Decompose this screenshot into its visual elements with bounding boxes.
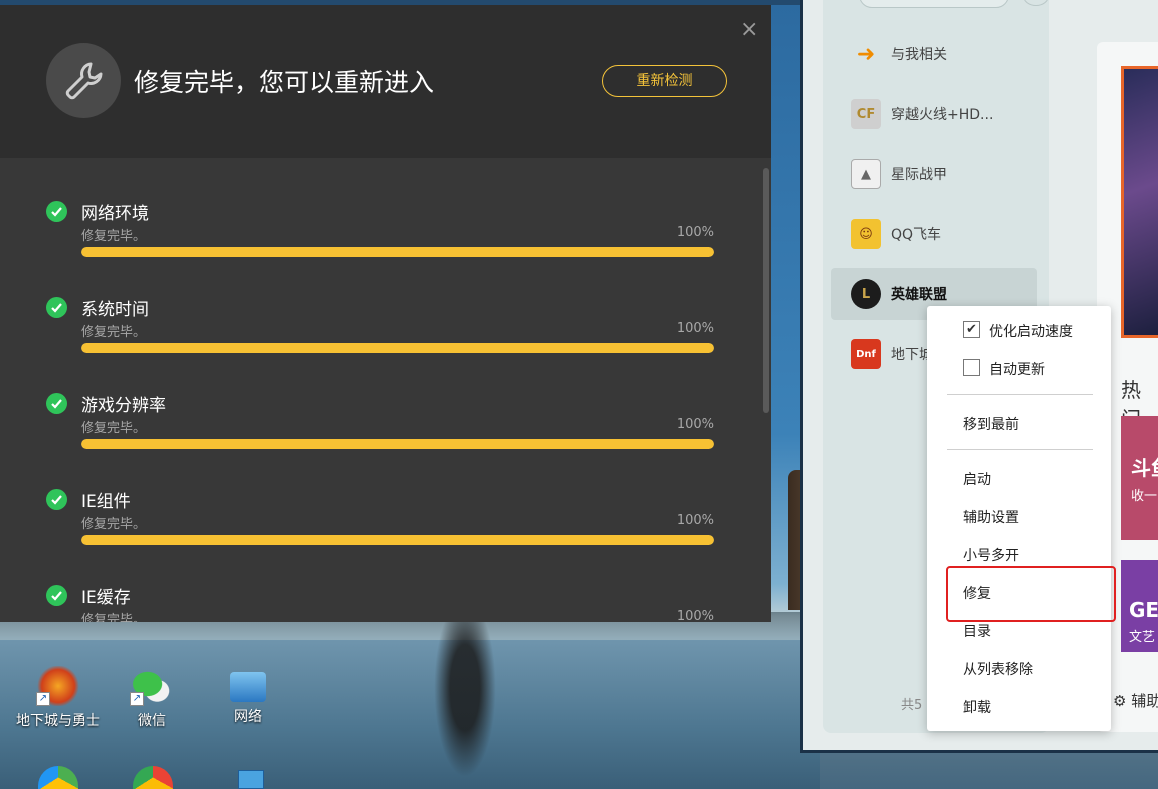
menu-divider	[947, 394, 1093, 395]
repair-item: 网络环境 修复完毕。 100%	[46, 199, 716, 295]
sidebar-item-related[interactable]: ➜ 与我相关	[851, 28, 1049, 80]
thumb-title: GE	[1129, 598, 1158, 622]
repair-item: 游戏分辨率 修复完毕。 100%	[46, 391, 716, 487]
repair-item-status: 修复完毕。	[81, 517, 147, 532]
repair-list: 网络环境 修复完毕。 100% 系统时间 修复完毕。 100% 游戏分辨率 修复…	[0, 158, 771, 622]
game-count: 共5	[901, 698, 923, 713]
optimize-checkbox[interactable]: ✔	[963, 321, 980, 338]
assist-button[interactable]: ⚙ 辅助	[1113, 690, 1158, 711]
sidebar-item-label: 穿越火线+HD...	[891, 107, 994, 123]
qq-speed-icon: ☺	[851, 219, 881, 249]
desktop-icon-wechat[interactable]: ↗ 微信	[106, 666, 198, 730]
progress-fill	[81, 535, 714, 545]
crossfire-icon: CF	[851, 99, 881, 129]
repair-item-status: 修复完毕。	[81, 421, 147, 436]
shortcut-arrow-icon: ↗	[130, 692, 144, 706]
desktop-icon-network[interactable]: 网络	[202, 666, 294, 726]
desktop-icon-label: 微信	[138, 712, 166, 728]
repair-item-percent: 100%	[676, 609, 714, 622]
sidebar-item-label: 星际战甲	[891, 167, 947, 183]
check-circle-icon	[46, 489, 67, 510]
repair-item-percent: 100%	[676, 321, 714, 336]
optimize-label[interactable]: 优化启动速度	[989, 321, 1073, 341]
progress-fill	[81, 343, 714, 353]
check-circle-icon	[46, 297, 67, 318]
repair-item-name: IE缓存	[81, 588, 131, 608]
gear-icon: ⚙	[1113, 692, 1127, 710]
check-circle-icon	[46, 585, 67, 606]
repair-item-name: IE组件	[81, 492, 131, 512]
menu-item-remove[interactable]: 从列表移除	[963, 659, 1033, 679]
repair-item-percent: 100%	[676, 417, 714, 432]
checkmark-icon: ✔	[966, 322, 977, 337]
repair-item-name: 系统时间	[81, 300, 149, 320]
repair-item: IE缓存 修复完毕。 100%	[46, 583, 716, 622]
thumb-title: 斗鱼	[1131, 456, 1158, 480]
progress-bar	[81, 535, 714, 545]
repair-item-name: 网络环境	[81, 204, 149, 224]
recheck-button[interactable]: 重新检测	[602, 65, 727, 97]
repair-item-status: 修复完毕。	[81, 229, 147, 244]
menu-divider	[947, 449, 1093, 450]
lol-icon: L	[851, 279, 881, 309]
progress-fill	[81, 439, 714, 449]
sidebar-item-label: 英雄联盟	[891, 287, 947, 303]
repair-item: 系统时间 修复完毕。 100%	[46, 295, 716, 391]
close-icon[interactable]: ×	[740, 17, 758, 42]
sidebar-item-qq-speed[interactable]: ☺ QQ飞车	[851, 208, 1049, 260]
sidebar-item-crossfire[interactable]: CF 穿越火线+HD...	[851, 88, 1049, 140]
desktop-icon-partial-3[interactable]	[238, 770, 264, 789]
check-circle-icon	[46, 201, 67, 222]
wechat-icon: ↗	[130, 666, 174, 706]
assist-button-label: 辅助	[1131, 692, 1158, 710]
network-icon	[230, 672, 266, 702]
warframe-icon: ▲	[851, 159, 881, 189]
hero-banner[interactable]	[1121, 66, 1158, 338]
menu-item-assist-settings[interactable]: 辅助设置	[963, 507, 1019, 527]
menu-item-directory[interactable]: 目录	[963, 621, 991, 641]
menu-item-launch[interactable]: 启动	[963, 469, 991, 489]
dnf-icon: Dnf	[851, 339, 881, 369]
menu-item-move-top[interactable]: 移到最前	[963, 414, 1019, 434]
auto-update-label[interactable]: 自动更新	[989, 359, 1045, 379]
sidebar-item-label: QQ飞车	[891, 227, 942, 243]
menu-item-uninstall[interactable]: 卸载	[963, 697, 991, 717]
context-menu: ✔ 优化启动速度 自动更新 移到最前 启动 辅助设置 小号多开 修复 目录 从列…	[927, 306, 1111, 731]
repair-item-status: 修复完毕。	[81, 325, 147, 340]
progress-fill	[81, 247, 714, 257]
menu-item-multi-account[interactable]: 小号多开	[963, 545, 1019, 565]
sidebar-circle-button[interactable]	[1023, 0, 1049, 6]
repair-header: 修复完毕，您可以重新进入 重新检测 ×	[0, 5, 771, 158]
repair-item-percent: 100%	[676, 513, 714, 528]
hot-thumb-ge[interactable]: GE 文艺	[1121, 560, 1158, 652]
search-input[interactable]	[859, 0, 1009, 8]
progress-bar	[81, 439, 714, 449]
thumb-subtitle: 收一	[1131, 489, 1158, 504]
sidebar-item-warframe[interactable]: ▲ 星际战甲	[851, 148, 1049, 200]
sidebar-item-label: 与我相关	[891, 47, 947, 63]
repair-title: 修复完毕，您可以重新进入	[134, 68, 435, 97]
check-circle-icon	[46, 393, 67, 414]
progress-bar	[81, 247, 714, 257]
related-icon: ➜	[856, 41, 876, 67]
repair-window: 修复完毕，您可以重新进入 重新检测 × 网络环境 修复完毕。 100% 系统时间…	[0, 5, 771, 622]
wallpaper-figure	[430, 620, 500, 789]
desktop-icon-dnf[interactable]: ↗ 地下城与勇士	[12, 666, 104, 730]
hot-thumb-douyu[interactable]: 斗鱼 收一	[1121, 416, 1158, 540]
dnf-shortcut-icon: ↗	[36, 666, 80, 706]
shortcut-arrow-icon: ↗	[36, 692, 50, 706]
scrollbar[interactable]	[763, 168, 769, 413]
repair-item-percent: 100%	[676, 225, 714, 240]
thumb-subtitle: 文艺	[1129, 630, 1156, 645]
repair-item: IE组件 修复完毕。 100%	[46, 487, 716, 583]
repair-item-name: 游戏分辨率	[81, 396, 166, 416]
desktop-icon-label: 网络	[234, 708, 262, 724]
auto-update-checkbox[interactable]	[963, 359, 980, 376]
progress-bar	[81, 343, 714, 353]
repair-highlight-box	[946, 566, 1116, 622]
wrench-icon	[46, 43, 121, 118]
repair-item-status: 修复完毕。	[81, 613, 147, 622]
desktop-icon-label: 地下城与勇士	[16, 712, 100, 728]
